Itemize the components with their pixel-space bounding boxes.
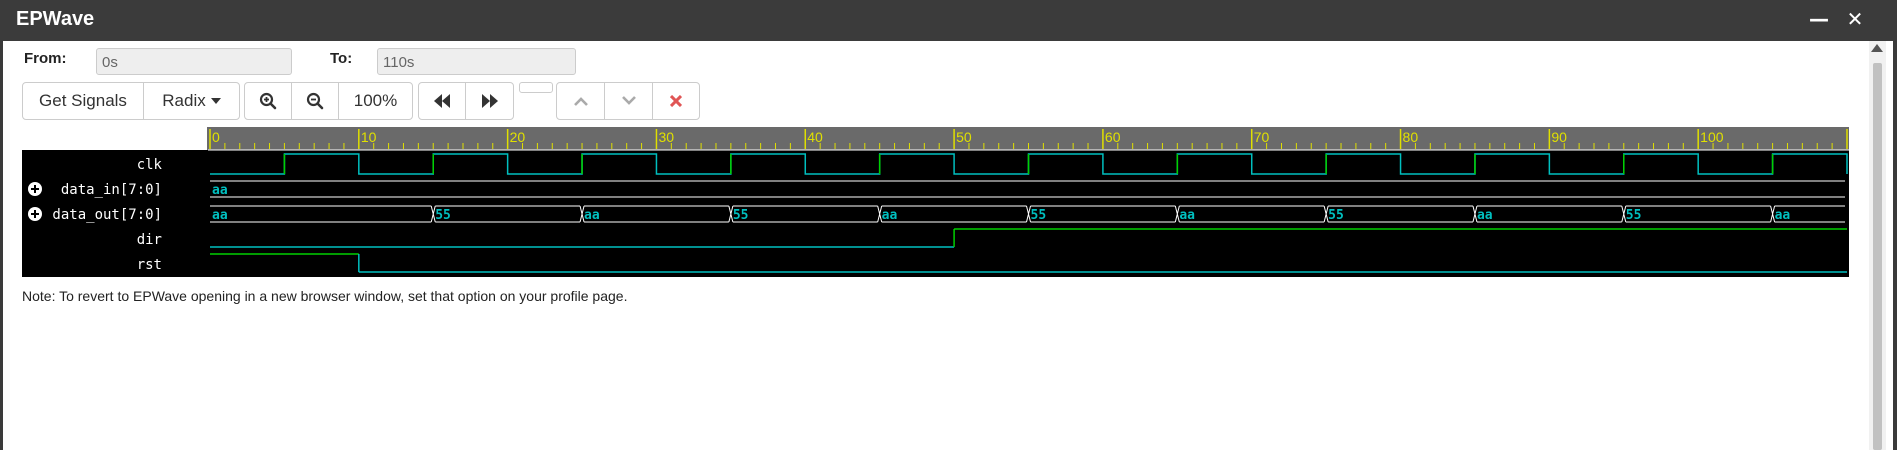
rewind-icon (434, 94, 450, 108)
signal-name[interactable]: data_in[7:0] (61, 182, 162, 198)
ruler-tick-label: 60 (1105, 129, 1121, 145)
data-out-value: 55 (1328, 208, 1344, 223)
signal-name[interactable]: clk (137, 157, 163, 173)
from-label: From: (24, 50, 67, 67)
move-up-button[interactable] (557, 83, 605, 119)
epwave-panel: From: 0s To: 110s Get Signals Radix 100% (3, 41, 1893, 450)
delete-button[interactable] (653, 83, 699, 119)
ruler-tick-label: 70 (1254, 129, 1270, 145)
fast-forward-icon (481, 94, 498, 108)
rewind-button[interactable] (419, 83, 466, 119)
expand-icon[interactable] (28, 207, 42, 221)
to-field[interactable]: 110s (377, 48, 576, 75)
delete-icon (670, 95, 682, 107)
blank-toggle[interactable] (519, 82, 553, 93)
data-out-value: aa (212, 208, 228, 223)
fast-forward-button[interactable] (466, 83, 513, 119)
signals-button-group: Get Signals Radix (22, 82, 240, 120)
zoom-out-icon (306, 92, 324, 110)
ruler-blank (22, 127, 207, 150)
get-signals-button[interactable]: Get Signals (23, 83, 144, 119)
minimize-icon[interactable]: — (1806, 6, 1832, 32)
vertical-scrollbar[interactable] (1869, 41, 1886, 450)
ruler-tick-label: 30 (658, 129, 674, 145)
data-out-value: 55 (1626, 208, 1642, 223)
window-title: EPWave (16, 8, 95, 30)
note-text: Note: To revert to EPWave opening in a n… (22, 288, 628, 304)
ruler-tick-label: 80 (1403, 129, 1419, 145)
ruler-tick-label: 100 (1700, 129, 1724, 145)
scroll-thumb[interactable] (1873, 63, 1882, 450)
navigation-button-group (418, 82, 514, 120)
close-icon[interactable]: ✕ (1842, 6, 1868, 32)
data-in-value: aa (212, 183, 228, 198)
ruler-tick-label: 50 (956, 129, 972, 145)
ruler-tick-label: 40 (807, 129, 823, 145)
chevron-up-icon (573, 97, 588, 106)
signal-name[interactable]: rst (137, 257, 162, 273)
from-field[interactable]: 0s (96, 48, 292, 75)
chevron-down-icon (621, 96, 636, 105)
radix-button[interactable]: Radix (144, 83, 239, 119)
move-down-button[interactable] (605, 83, 653, 119)
ruler-tick-label: 20 (510, 129, 526, 145)
zoom-in-icon (259, 92, 277, 110)
data-out-value: aa (882, 208, 898, 223)
ruler-tick-label: 10 (361, 129, 377, 145)
waveform-canvas (22, 150, 1849, 277)
caret-down-icon (210, 98, 221, 104)
waveform-viewer[interactable]: 0 10 20 30 40 50 60 70 80 90 100 clk data_in[7:0]da… (22, 127, 1849, 277)
data-out-value: aa (1179, 208, 1195, 223)
zoom-in-button[interactable] (245, 83, 292, 119)
zoom-out-button[interactable] (292, 83, 339, 119)
ruler-tick-label: 90 (1551, 129, 1567, 145)
to-label: To: (330, 50, 353, 67)
data-out-value: aa (1775, 208, 1791, 223)
data-out-value: aa (1477, 208, 1493, 223)
data-out-value: aa (584, 208, 600, 223)
data-out-value: 55 (435, 208, 451, 223)
expand-icon[interactable] (28, 182, 42, 196)
ruler-tick-label: 0 (212, 129, 220, 145)
zoom-button-group: 100% (244, 82, 413, 120)
signal-edit-button-group (556, 82, 700, 120)
zoom-level-button[interactable]: 100% (339, 83, 412, 119)
signal-name[interactable]: data_out[7:0] (52, 207, 162, 223)
signal-name[interactable]: dir (137, 232, 162, 248)
data-out-value: 55 (733, 208, 749, 223)
data-out-value: 55 (1031, 208, 1047, 223)
title-bar: EPWave — ✕ (0, 0, 1897, 41)
scroll-up-icon[interactable] (1871, 44, 1883, 52)
radix-label: Radix (162, 91, 206, 110)
